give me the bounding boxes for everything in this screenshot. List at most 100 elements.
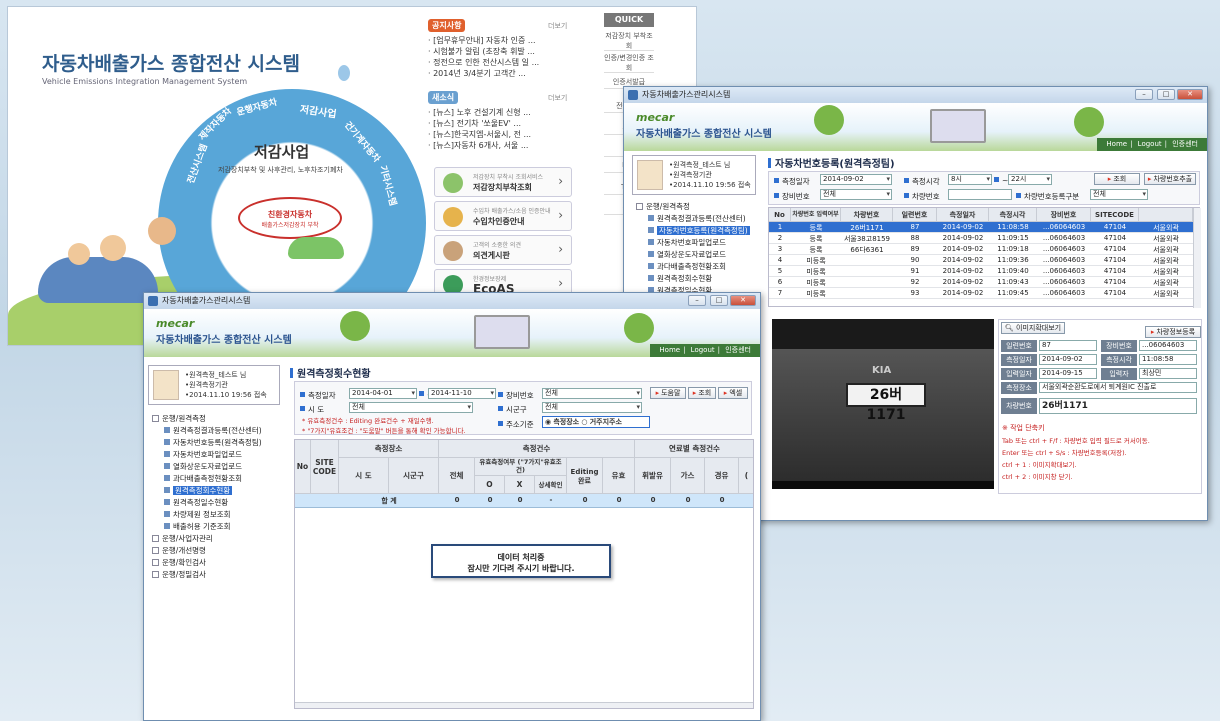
nav-home-link[interactable]: Home (1106, 140, 1127, 148)
plate-input[interactable] (948, 189, 1012, 200)
vehicle-photo[interactable]: KIA 26버 1171 (772, 319, 994, 489)
detail-value[interactable]: ...06064603 (1139, 340, 1197, 351)
maximize-button[interactable]: □ (710, 295, 728, 306)
table-row[interactable]: 2 등록 서울38고8159 88 2014-09-02 11:09:15 ...06064… (769, 233, 1193, 244)
detail-value[interactable]: 11:08:58 (1139, 354, 1197, 365)
menu-item[interactable]: 자동차번호등록(원격측정팀) (636, 225, 750, 237)
zoom-image-button[interactable]: 🔍︎ 이미지확대보기 (1001, 322, 1065, 334)
notice-header[interactable]: 공지사항 (428, 19, 466, 32)
quick-item[interactable]: 저감장치 부착조회 (604, 31, 654, 51)
date-to-field[interactable]: 2014-11-10 (428, 388, 496, 399)
time-from-select[interactable]: 8시 (948, 174, 992, 185)
menu-group[interactable]: 운행/확인검사 (152, 557, 262, 569)
nav-home-link[interactable]: Home (659, 346, 680, 354)
grid-header-cell[interactable]: 차량번호 (841, 208, 893, 222)
news-header[interactable]: 새소식 (428, 91, 459, 104)
news-item[interactable]: · [뉴스]한국지엠-서울시, 전 ... (428, 129, 588, 140)
table-row[interactable]: 4 미등록 90 2014-09-02 11:09:36 ...06064603 47104… (769, 255, 1193, 266)
card-reduction-lookup[interactable]: 저감장치 부착시 조회서비스 저감장치부착조회 › (434, 167, 572, 197)
grid-header-cell[interactable] (1139, 208, 1193, 222)
menu-group[interactable]: 운행/정밀검사 (152, 569, 262, 581)
notice-item[interactable]: · 시험불가 알림 (초장축 휘발 ... (428, 46, 588, 57)
menu-group[interactable]: 운행/사업자관리 (152, 533, 262, 545)
table-row[interactable]: 6 미등록 92 2014-09-02 11:09:43 ...06064603 47104… (769, 277, 1193, 288)
date-field[interactable]: 2014-09-02 (820, 174, 892, 185)
help-button[interactable]: 도움말 (650, 387, 686, 399)
nav-logout-link[interactable]: Logout (1138, 140, 1162, 148)
equip-select[interactable]: 전체 (820, 189, 892, 200)
menu-item[interactable]: 원격측정결과등록(전산센터) (636, 213, 750, 225)
menu-item[interactable]: 원격측정회수현황 (636, 273, 750, 285)
col-o: O (475, 476, 505, 494)
grid-header-cell[interactable]: 장비번호 (1037, 208, 1091, 222)
menu-group[interactable]: 운행/개선명령 (152, 545, 262, 557)
menu-item[interactable]: 열화상운도자료업로드 (152, 461, 262, 473)
news-more-link[interactable]: 더보기 (548, 93, 567, 103)
menu-item[interactable]: 열화상운도자료업로드 (636, 249, 750, 261)
menu-item[interactable]: 원격측정결과등록(전산센터) (152, 425, 262, 437)
card-import-cert[interactable]: 수입차 배출가스/소음 인증안내 수입차인증안내 › (434, 201, 572, 231)
plate-reg-select[interactable]: 전체 (1090, 189, 1148, 200)
menu-group[interactable]: 운행/원격측정 (152, 413, 262, 425)
grid-header-cell[interactable]: No (769, 208, 791, 222)
excel-button[interactable]: 엑셀 (718, 387, 748, 399)
radio-unselected-icon[interactable]: ○ (581, 418, 587, 426)
menu-item[interactable]: 과다배출측정현황조회 (152, 473, 262, 485)
menu-item[interactable]: 자동차번호등록(원격측정팀) (152, 437, 262, 449)
table-row[interactable]: 7 미등록 93 2014-09-02 11:09:45 ...06064603 47104… (769, 288, 1193, 299)
table-row[interactable]: 3 등록 66다6361 89 2014-09-02 11:09:18 ...0606460… (769, 244, 1193, 255)
date-from-field[interactable]: 2014-04-01 (349, 388, 417, 399)
table-row[interactable]: 5 미등록 91 2014-09-02 11:09:40 ...06064603 47104… (769, 266, 1193, 277)
plate-number-input[interactable]: 26버1171 (1039, 398, 1197, 414)
search-button[interactable]: 조회 (1094, 173, 1140, 185)
grid-header-cell[interactable]: 일련번호 (893, 208, 937, 222)
menu-item[interactable]: 자동차번호파일업로드 (636, 237, 750, 249)
sigungu-select[interactable]: 전체 (542, 402, 642, 413)
register-vehicle-info-button[interactable]: 차량정보등록 (1145, 326, 1201, 338)
detail-value[interactable]: 87 (1039, 340, 1097, 351)
radio-selected-icon[interactable]: ◉ (545, 418, 551, 426)
detail-value[interactable]: 최상민 (1139, 368, 1197, 379)
minimize-button[interactable]: – (688, 295, 706, 306)
nav-cert-center-link[interactable]: 인증센터 (725, 346, 751, 354)
equip-select[interactable]: 전체 (542, 388, 642, 399)
grid-scrollbar[interactable] (1193, 208, 1201, 308)
menu-item[interactable]: 차량제원 정보조회 (152, 509, 262, 521)
menu-item[interactable]: 자동차번호파일업로드 (152, 449, 262, 461)
eco-car-badge[interactable]: 친환경자동차 배출가스저감장치 부착 (238, 197, 342, 239)
grid-hscrollbar[interactable] (295, 702, 753, 708)
news-item[interactable]: · [뉴스]자동차 6개사, 서울 ... (428, 140, 588, 151)
notice-more-link[interactable]: 더보기 (548, 21, 567, 31)
close-button[interactable]: ✕ (1177, 89, 1203, 100)
notice-item[interactable]: · [업무휴무안내] 자동차 인증 ... (428, 35, 588, 46)
menu-item[interactable]: 배출허용 기준조회 (152, 521, 262, 533)
window-titlebar[interactable]: 자동차배출가스관리시스템 – □ ✕ (144, 293, 760, 309)
maximize-button[interactable]: □ (1157, 89, 1175, 100)
menu-group[interactable]: 운행/원격측정 (636, 201, 750, 213)
news-item[interactable]: · [뉴스] 노후 건설기계 신형 ... (428, 107, 588, 118)
notice-item[interactable]: · 정전으로 인한 전산시스템 일 ... (428, 57, 588, 68)
card-feedback-board[interactable]: 고객의 소중한 의견 의견게시판 › (434, 235, 572, 265)
grid-header-cell[interactable]: 측정일자 (937, 208, 989, 222)
quick-item[interactable]: 인증/변경인증 조회 (604, 53, 654, 73)
menu-item[interactable]: 원격측정회수현황 (152, 485, 262, 497)
close-button[interactable]: ✕ (730, 295, 756, 306)
window-titlebar[interactable]: 자동차배출가스관리시스템 – □ ✕ (624, 87, 1207, 103)
grid-header-cell[interactable]: SITECODE (1091, 208, 1139, 222)
sido-select[interactable]: 전체 (349, 402, 473, 413)
time-to-select[interactable]: 22시 (1008, 174, 1052, 185)
search-button[interactable]: 조회 (688, 387, 716, 399)
extract-plate-button[interactable]: 차량번호추출 (1144, 173, 1196, 185)
notice-item[interactable]: · 2014년 3/4분기 고객간 ... (428, 68, 588, 79)
menu-item[interactable]: 원격측정일수현황 (152, 497, 262, 509)
menu-item[interactable]: 과다배출측정현황조회 (636, 261, 750, 273)
nav-cert-center-link[interactable]: 인증센터 (1172, 140, 1198, 148)
minimize-button[interactable]: – (1135, 89, 1153, 100)
detail-value[interactable]: 2014-09-15 (1039, 368, 1097, 379)
grid-header-cell[interactable]: 측정시각 (989, 208, 1037, 222)
nav-logout-link[interactable]: Logout (691, 346, 715, 354)
grid-header-cell[interactable]: 차량번호 입력여부 (791, 208, 841, 222)
table-row[interactable]: 1 등록 26버1171 87 2014-09-02 11:08:58 ...0606460… (769, 222, 1193, 233)
news-item[interactable]: · [뉴스] 전기차 '쏘울EV' ... (428, 118, 588, 129)
detail-value[interactable]: 2014-09-02 (1039, 354, 1097, 365)
